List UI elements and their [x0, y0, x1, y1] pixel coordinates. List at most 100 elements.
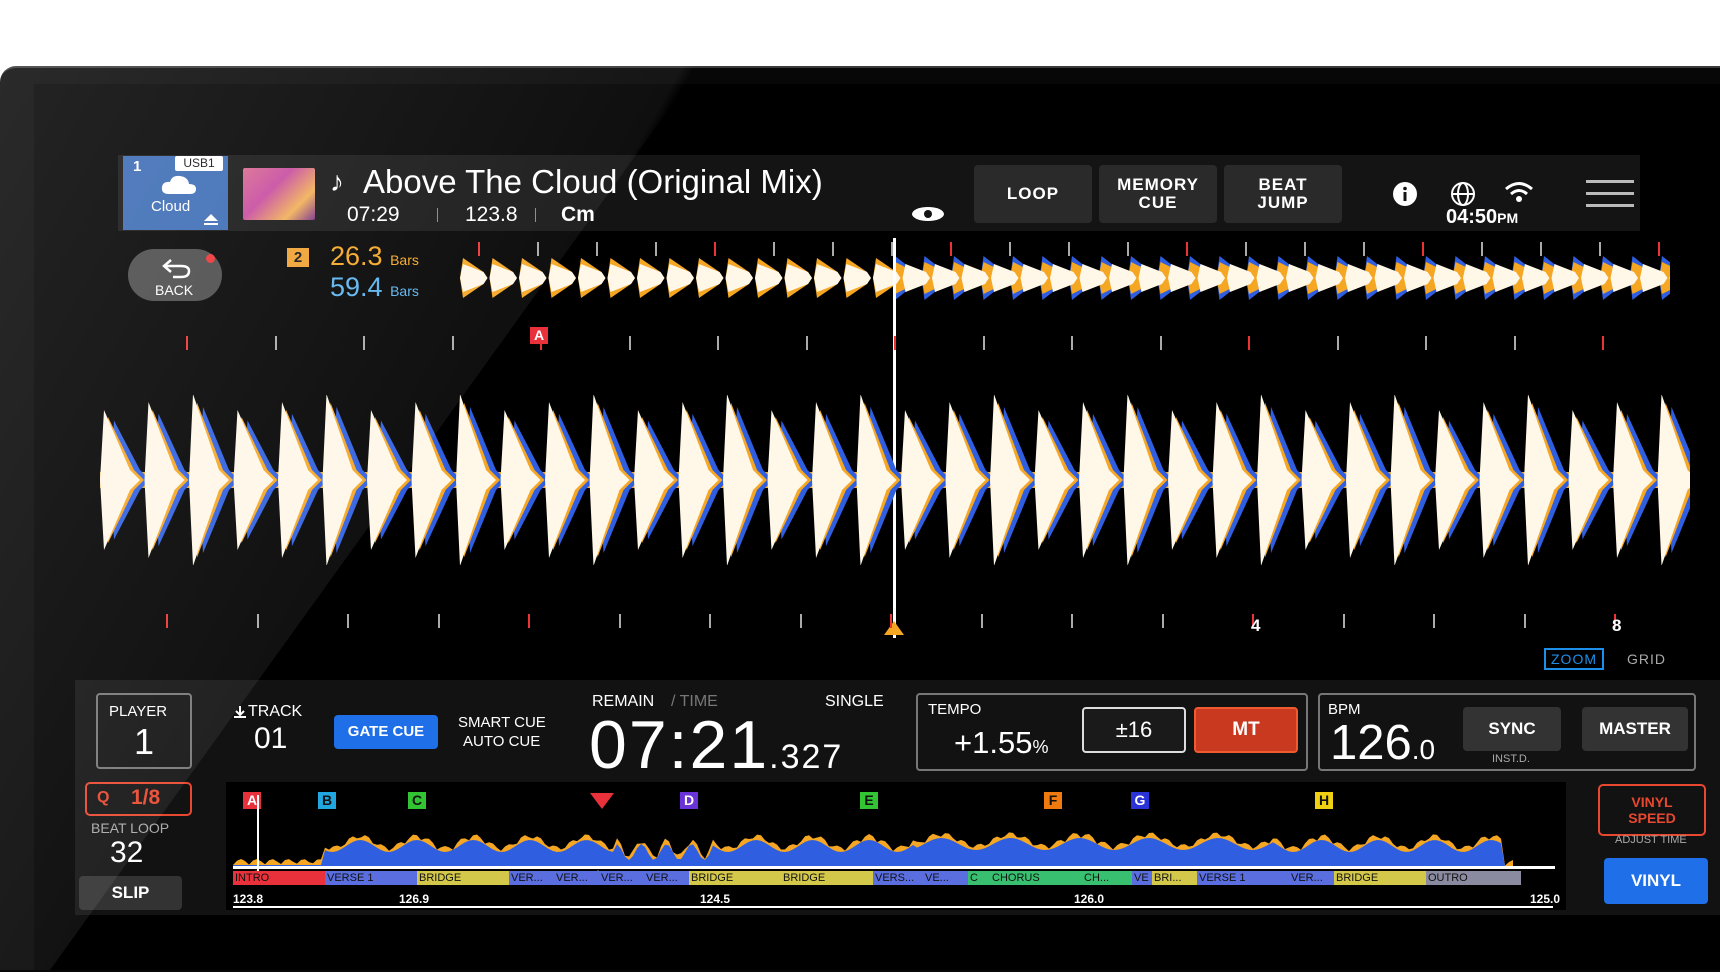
mini-beat-mark: [1422, 242, 1424, 256]
structure-segment: VE...: [923, 871, 968, 885]
structure-segment: VER...: [599, 871, 644, 885]
overview-cue-e[interactable]: E: [860, 792, 878, 809]
slot-badge: 2: [287, 248, 309, 267]
beat-mark: [1602, 336, 1604, 350]
info-icon[interactable]: [1392, 181, 1418, 207]
beat-loop-label: BEAT LOOP: [91, 820, 170, 836]
mini-beat-mark: [537, 242, 539, 256]
grid-button[interactable]: GRID: [1627, 651, 1666, 667]
memory-cue-button[interactable]: MEMORY CUE: [1099, 165, 1217, 223]
overview-cue-d[interactable]: D: [680, 792, 698, 809]
beat-jump-button[interactable]: BEAT JUMP: [1224, 165, 1342, 223]
mini-beat-mark: [1009, 242, 1011, 256]
back-label: BACK: [155, 282, 194, 298]
overview-waveform: [233, 832, 1513, 868]
auto-cue-label[interactable]: AUTO CUE: [463, 733, 540, 750]
overview-cue-f[interactable]: F: [1044, 792, 1062, 809]
overview-memory-cue[interactable]: [590, 793, 614, 809]
beat-mark: [1523, 614, 1526, 628]
smart-cue-label[interactable]: SMART CUE: [458, 714, 546, 731]
beat-mark: [799, 614, 802, 628]
source-badge: USB1: [175, 156, 223, 171]
beat-loop-value[interactable]: 32: [110, 836, 143, 870]
album-art[interactable]: [243, 168, 315, 220]
track-duration: 07:29: [347, 203, 400, 226]
globe-icon[interactable]: [1450, 181, 1476, 207]
sync-button[interactable]: SYNC: [1463, 707, 1561, 751]
source-tile[interactable]: 1 USB1 Cloud: [123, 156, 228, 230]
structure-segment: BRIDGE: [1334, 871, 1426, 885]
tempo-range-button[interactable]: ±16: [1082, 707, 1186, 753]
clock-ampm: PM: [1497, 210, 1519, 226]
overview-cue-h[interactable]: H: [1315, 792, 1333, 809]
mini-beat-mark: [950, 242, 952, 256]
beat-mark: [437, 614, 440, 628]
player-value: 1: [134, 721, 155, 762]
slip-button[interactable]: SLIP: [79, 876, 182, 910]
divider: [437, 208, 438, 222]
structure-segment: VERSE 1: [1197, 871, 1289, 885]
mini-beat-mark: [1245, 242, 1247, 256]
record-dot: [206, 254, 215, 263]
beat-mark: [894, 336, 896, 350]
mini-beat-mark: [832, 242, 834, 256]
quantize-label: Q: [97, 789, 110, 806]
overview-cue-c[interactable]: C: [408, 792, 426, 809]
tempo-box: TEMPO +1.55% ±16 MT: [916, 693, 1308, 771]
mini-beat-mark: [1186, 242, 1188, 256]
bpm-tick: 124.5: [700, 892, 731, 906]
quantize-button[interactable]: Q 1/8: [85, 782, 192, 816]
structure-segment: VERSE 1: [325, 871, 417, 885]
track-key: Cm: [561, 203, 595, 226]
structure-segment: VER...: [644, 871, 689, 885]
structure-segment: OUTRO: [1426, 871, 1521, 885]
vinyl-label: VINYL: [1630, 871, 1682, 890]
beat-mark: [1513, 336, 1516, 350]
bpm-tick: 126.0: [1074, 892, 1105, 906]
cloud-icon: [161, 175, 196, 194]
mini-waveform: [460, 256, 1670, 300]
back-arrow-icon: [162, 259, 191, 279]
mini-beat-mark: [478, 242, 480, 256]
bars-1: 26.3 Bars: [330, 241, 419, 272]
bpm-main: 126: [1330, 716, 1412, 770]
bars-2-value: 59.4: [330, 272, 383, 302]
structure-segment: VERS...: [873, 871, 923, 885]
beat-mark: [274, 336, 277, 350]
eye-icon[interactable]: [910, 205, 946, 223]
mini-beat-mark: [1481, 242, 1483, 256]
vinyl-speed-button[interactable]: VINYL SPEED: [1598, 784, 1706, 836]
gate-cue-button[interactable]: GATE CUE: [334, 715, 438, 749]
mini-beat-mark: [1599, 242, 1601, 256]
structure-segment: VER...: [554, 871, 599, 885]
quantize-value: 1/8: [131, 786, 161, 809]
beat-mark: [1425, 336, 1427, 350]
zoom-button[interactable]: ZOOM: [1544, 648, 1604, 670]
back-button[interactable]: BACK: [128, 249, 222, 301]
structure-segment: CHORUS: [990, 871, 1082, 885]
structure-segment: VE: [1132, 871, 1152, 885]
overview-cue-g[interactable]: G: [1131, 792, 1149, 809]
eject-icon[interactable]: [203, 214, 219, 226]
master-tempo-button[interactable]: MT: [1194, 707, 1298, 753]
beat-mark: [618, 614, 621, 628]
tempo-unit: %: [1032, 737, 1049, 757]
tempo-value: +1.55%: [954, 725, 1048, 761]
bars-2: 59.4 Bars: [330, 272, 419, 303]
structure-segment: VER...: [509, 871, 554, 885]
overview-cue-b[interactable]: B: [318, 792, 336, 809]
remain-time-main: 07:21: [589, 707, 770, 783]
menu-icon[interactable]: [1586, 180, 1634, 208]
memory-cue-label: MEMORY CUE: [1117, 175, 1199, 212]
master-label: MASTER: [1599, 719, 1671, 738]
master-button[interactable]: MASTER: [1582, 707, 1688, 751]
beat-mark: [186, 336, 188, 350]
clock-time: 04:50: [1446, 206, 1498, 228]
hot-cue-a-top[interactable]: A: [530, 327, 548, 344]
inst-d-label: INST.D.: [1492, 753, 1530, 765]
slip-label: SLIP: [111, 883, 150, 902]
structure-segment: INTRO: [233, 871, 325, 885]
wifi-icon: [1505, 182, 1533, 202]
loop-mode-button[interactable]: LOOP: [974, 165, 1092, 223]
vinyl-button[interactable]: VINYL: [1604, 858, 1708, 904]
